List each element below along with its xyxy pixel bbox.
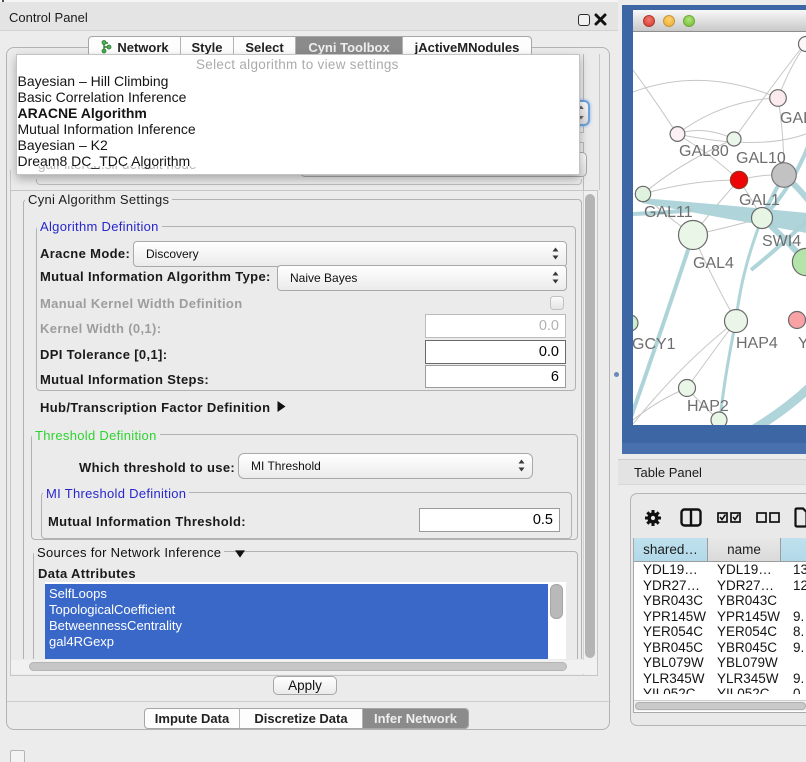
svg-text:HAP4: HAP4 xyxy=(736,335,778,352)
svg-text:SWI4: SWI4 xyxy=(762,233,801,250)
svg-text:GAL1: GAL1 xyxy=(739,192,780,209)
svg-text:GAL11: GAL11 xyxy=(644,204,693,221)
svg-text:Y: Y xyxy=(798,335,806,352)
svg-text:GAL10: GAL10 xyxy=(736,150,786,167)
svg-text:GAL4: GAL4 xyxy=(693,255,734,272)
svg-text:GCY1: GCY1 xyxy=(633,336,676,353)
svg-text:GAL7: GAL7 xyxy=(780,110,806,127)
svg-text:HAP2: HAP2 xyxy=(687,398,729,415)
svg-text:GAL80: GAL80 xyxy=(679,143,729,160)
